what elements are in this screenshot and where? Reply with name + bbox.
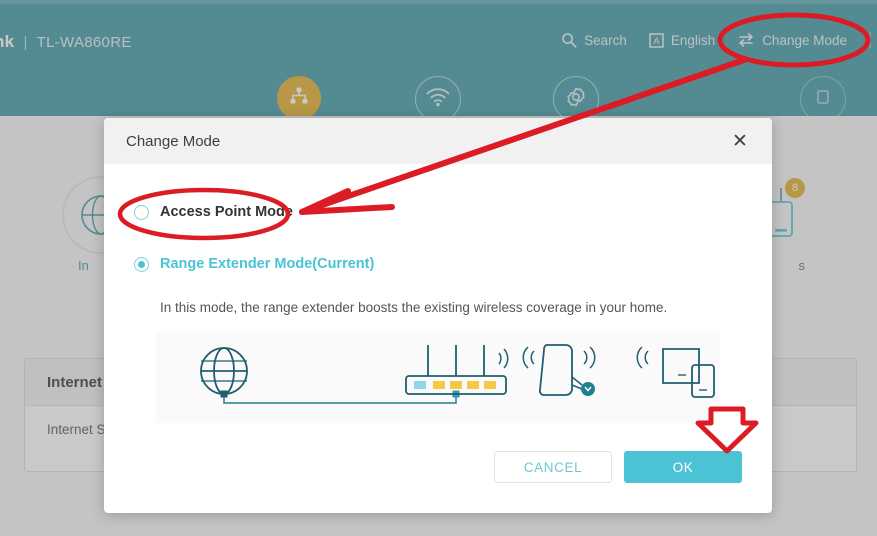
- range-extender-icon: [522, 344, 596, 396]
- close-icon[interactable]: ✕: [728, 129, 752, 153]
- ok-button[interactable]: OK: [624, 451, 742, 483]
- change-mode-dialog: Change Mode ✕ Access Point Mode Range Ex…: [104, 118, 772, 513]
- radio-range-extender[interactable]: [134, 256, 149, 272]
- screen-root: nk | TL-WA860RE Search: [0, 0, 877, 536]
- cancel-button[interactable]: CANCEL: [494, 451, 612, 483]
- radio-access-point[interactable]: [134, 204, 149, 220]
- dialog-footer: CANCEL OK: [104, 423, 772, 513]
- dialog-header: Change Mode ✕: [104, 118, 772, 164]
- range-extender-mode-option[interactable]: Range Extender Mode(Current): [134, 250, 742, 278]
- client-devices-icon: [636, 346, 715, 398]
- dialog-title: Change Mode: [126, 132, 221, 150]
- globe-icon: [200, 347, 248, 395]
- range-extender-mode-label: Range Extender Mode(Current): [160, 256, 375, 272]
- dialog-body: Access Point Mode Range Extender Mode(Cu…: [104, 164, 772, 423]
- mode-description: In this mode, the range extender boosts …: [160, 300, 668, 315]
- access-point-mode-label: Access Point Mode: [160, 204, 293, 220]
- mode-diagram: [156, 331, 720, 423]
- access-point-mode-option[interactable]: Access Point Mode: [134, 198, 742, 226]
